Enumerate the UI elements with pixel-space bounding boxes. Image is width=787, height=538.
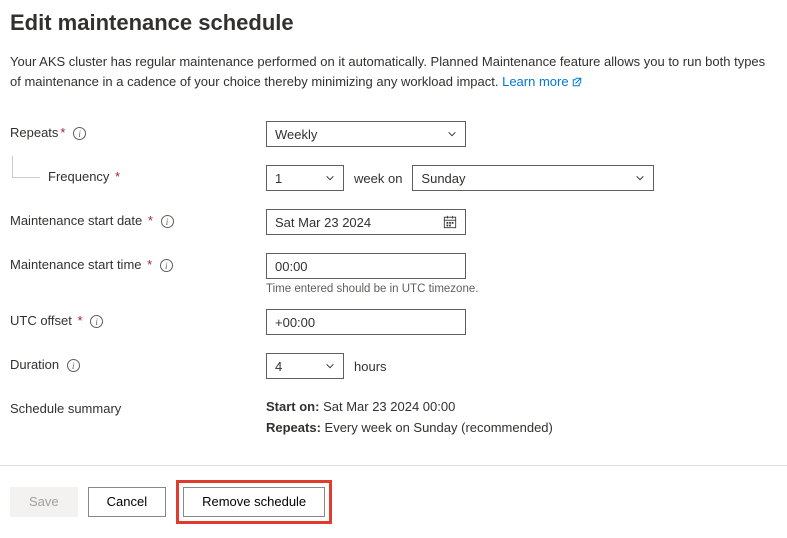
day-select[interactable]: Sunday: [412, 165, 654, 191]
chevron-down-icon: [635, 173, 645, 183]
start-date-input[interactable]: Sat Mar 23 2024: [266, 209, 466, 235]
external-link-icon: [571, 76, 583, 88]
start-time-input[interactable]: 00:00: [266, 253, 466, 279]
cancel-button[interactable]: Cancel: [88, 487, 166, 517]
page-description: Your AKS cluster has regular maintenance…: [10, 52, 777, 91]
remove-highlight: Remove schedule: [176, 480, 332, 524]
chevron-down-icon: [447, 129, 457, 139]
repeats-select[interactable]: Weekly: [266, 121, 466, 147]
frequency-label: Frequency *: [10, 169, 266, 184]
week-on-text: week on: [354, 171, 402, 186]
duration-select[interactable]: 4: [266, 353, 344, 379]
info-icon[interactable]: i: [73, 127, 86, 140]
page-title: Edit maintenance schedule: [10, 10, 777, 36]
footer-actions: Save Cancel Remove schedule: [0, 465, 787, 538]
chevron-down-icon: [325, 361, 335, 371]
utc-offset-label: UTC offset * i: [10, 309, 266, 328]
chevron-down-icon: [325, 173, 335, 183]
time-helper-text: Time entered should be in UTC timezone.: [266, 283, 478, 295]
start-time-label: Maintenance start time * i: [10, 253, 266, 272]
save-button: Save: [10, 487, 78, 517]
summary-label: Schedule summary: [10, 397, 266, 416]
schedule-summary: Start on: Sat Mar 23 2024 00:00 Repeats:…: [266, 397, 553, 439]
frequency-select[interactable]: 1: [266, 165, 344, 191]
info-icon[interactable]: i: [90, 315, 103, 328]
info-icon[interactable]: i: [67, 359, 80, 372]
duration-label: Duration i: [10, 353, 266, 372]
start-date-label: Maintenance start date * i: [10, 209, 266, 228]
repeats-label: Repeats* i: [10, 121, 266, 140]
calendar-icon: [443, 215, 457, 229]
info-icon[interactable]: i: [161, 215, 174, 228]
utc-offset-input[interactable]: +00:00: [266, 309, 466, 335]
remove-schedule-button[interactable]: Remove schedule: [183, 487, 325, 517]
learn-more-link[interactable]: Learn more: [502, 74, 582, 89]
info-icon[interactable]: i: [160, 259, 173, 272]
hours-text: hours: [354, 359, 387, 374]
